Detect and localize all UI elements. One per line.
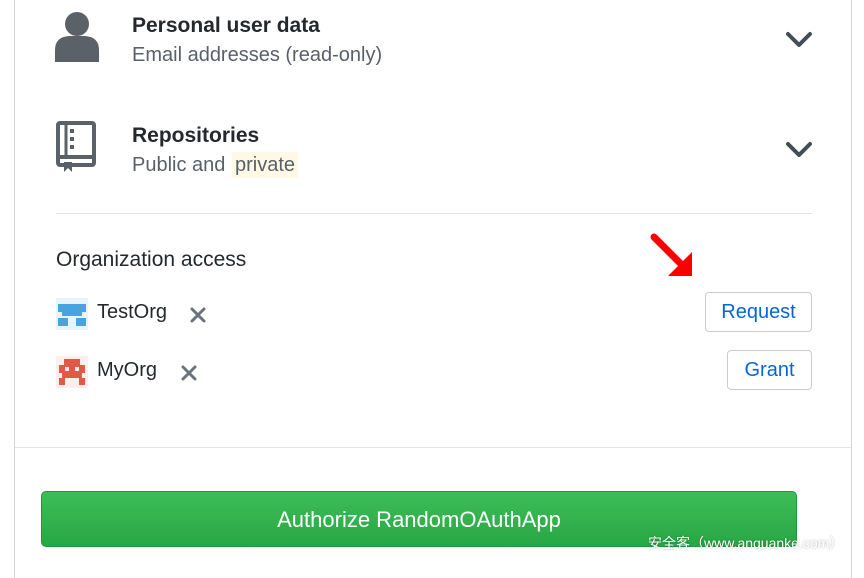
person-icon bbox=[55, 12, 99, 62]
close-icon bbox=[181, 365, 197, 381]
request-button[interactable]: Request bbox=[705, 292, 812, 332]
org-row-testorg: TestOrg Request bbox=[56, 292, 812, 336]
org-row-myorg: MyOrg Grant bbox=[56, 350, 812, 394]
permission-title: Personal user data bbox=[132, 14, 320, 37]
permission-subtitle: Email addresses (read-only) bbox=[132, 44, 382, 67]
watermark: 安全客（www.anquanke.com） bbox=[648, 535, 844, 551]
permission-subtitle-text: Public and bbox=[132, 154, 231, 176]
org-avatar bbox=[56, 298, 88, 330]
org-avatar bbox=[56, 356, 88, 388]
grant-button[interactable]: Grant bbox=[727, 350, 812, 390]
section-divider bbox=[56, 213, 812, 214]
permission-subtitle-text: Email addresses (read-only) bbox=[132, 44, 383, 66]
chevron-down-icon[interactable] bbox=[785, 140, 813, 160]
annotation-arrow-icon bbox=[650, 233, 692, 276]
org-name: MyOrg bbox=[97, 359, 157, 381]
org-name: TestOrg bbox=[97, 301, 168, 323]
permission-subtitle: Public and private bbox=[132, 152, 298, 178]
repo-icon bbox=[56, 121, 96, 172]
close-icon bbox=[190, 307, 206, 323]
permission-personal-user-data: Personal user data Email addresses (read… bbox=[15, 0, 851, 78]
permission-repositories: Repositories Public and private bbox=[15, 108, 851, 188]
organization-access-heading: Organization access bbox=[56, 248, 247, 271]
footer-divider bbox=[15, 447, 851, 448]
permission-subtitle-highlight: private bbox=[231, 152, 298, 178]
permission-title: Repositories bbox=[132, 124, 260, 147]
chevron-down-icon[interactable] bbox=[785, 30, 813, 50]
